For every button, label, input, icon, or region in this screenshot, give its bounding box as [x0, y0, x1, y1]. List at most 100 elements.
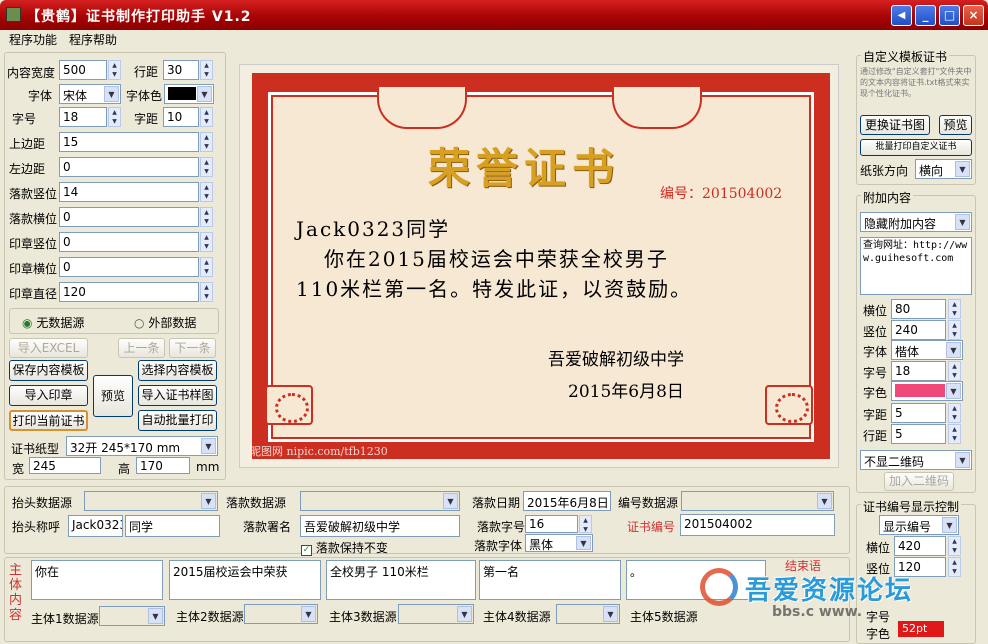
num-src-select[interactable]: ▼: [681, 491, 834, 511]
certificate-body-line2: 110米栏第一名。特发此证，以资鼓励。: [296, 277, 693, 301]
line-spacing-input[interactable]: 30: [163, 60, 199, 80]
extra-h-input[interactable]: 80: [891, 299, 946, 319]
import-seal-button[interactable]: 导入印章: [9, 385, 88, 406]
font-size-spinner[interactable]: ▲ ▼: [108, 107, 121, 127]
qr-mode-value: 不显二维码: [864, 455, 925, 469]
body-src-4-label: 主体4数据源: [483, 610, 551, 624]
extra-mode-select[interactable]: 隐藏附加内容 ▼: [860, 212, 972, 232]
paper-direction-select[interactable]: 横向 ▼: [915, 159, 972, 179]
head-suffix-input[interactable]: 同学: [125, 515, 220, 537]
seal-v-spinner[interactable]: ▲ ▼: [200, 232, 213, 252]
seal-v-input[interactable]: 0: [59, 232, 199, 252]
sig-src-label: 落款数据源: [226, 496, 287, 510]
custom-preview-button[interactable]: 预览: [939, 115, 972, 135]
extra-color-select[interactable]: ▼: [891, 381, 963, 401]
prev-record-button[interactable]: 上一条: [118, 338, 165, 358]
sig-h-spinner[interactable]: ▲ ▼: [200, 207, 213, 227]
extra-v-spinner[interactable]: ▲ ▼: [948, 320, 961, 340]
qr-mode-select[interactable]: 不显二维码 ▼: [860, 450, 972, 470]
sig-size-input[interactable]: 16: [525, 515, 578, 533]
extra-h-spinner[interactable]: ▲ ▼: [948, 299, 961, 319]
body-field-1[interactable]: 你在: [31, 560, 163, 600]
batch-custom-print-button[interactable]: 批量打印自定义证书: [860, 139, 972, 156]
seal-h-spinner[interactable]: ▲ ▼: [200, 257, 213, 277]
menu-program-functions[interactable]: 程序功能: [9, 31, 57, 48]
sig-keep-checkbox[interactable]: ✓ 落款保持不变: [301, 539, 388, 556]
radio-no-datasource[interactable]: ◉ 无数据源: [22, 314, 84, 331]
body-field-4[interactable]: 第一名: [479, 560, 621, 600]
char-spacing-spinner[interactable]: ▲ ▼: [200, 107, 213, 127]
sig-v-input[interactable]: 14: [59, 182, 199, 202]
select-template-button[interactable]: 选择内容模板: [138, 360, 217, 381]
preview-button[interactable]: 预览: [93, 375, 133, 417]
extra-button[interactable]: ◀: [891, 5, 912, 26]
import-sample-button[interactable]: 导入证书样图: [138, 385, 217, 406]
maximize-button[interactable]: □: [939, 5, 960, 26]
line-spacing-spinner[interactable]: ▲ ▼: [200, 60, 213, 80]
body-src-3-select[interactable]: ▼: [398, 604, 474, 624]
body-field-3[interactable]: 全校男子 110米栏: [326, 560, 476, 600]
extra-font-label: 字体: [863, 345, 888, 359]
next-record-button[interactable]: 下一条: [169, 338, 216, 358]
content-width-spinner[interactable]: ▲ ▼: [108, 60, 121, 80]
head-src-select[interactable]: ▼: [84, 491, 218, 511]
print-current-button[interactable]: 打印当前证书: [9, 410, 88, 431]
height-input[interactable]: 170: [136, 457, 190, 474]
close-button[interactable]: ×: [963, 5, 984, 26]
extra-line-input[interactable]: 5: [891, 424, 946, 444]
top-margin-spinner[interactable]: ▲ ▼: [200, 132, 213, 152]
head-name-input[interactable]: Jack0323: [68, 515, 123, 537]
add-qr-button[interactable]: 加入二维码: [884, 472, 954, 491]
extra-size-spinner[interactable]: ▲ ▼: [948, 361, 961, 381]
sig-src-select[interactable]: ▼: [300, 491, 460, 511]
radio-external-data[interactable]: ○ 外部数据: [134, 314, 196, 331]
cert-num-input[interactable]: 201504002: [680, 514, 835, 536]
extra-size-input[interactable]: 18: [891, 361, 946, 381]
top-margin-input[interactable]: 15: [59, 132, 199, 152]
minimize-button[interactable]: _: [915, 5, 936, 26]
sig-font-select[interactable]: 黑体 ▼: [525, 534, 593, 552]
extra-spacing-input[interactable]: 5: [891, 403, 946, 423]
number-v-spinner[interactable]: ▲ ▼: [948, 557, 961, 577]
menu-program-help[interactable]: 程序帮助: [69, 31, 117, 48]
seal-h-input[interactable]: 0: [59, 257, 199, 277]
custom-template-description: 通过修改"自定义套打"文件夹中的文本内容将证书.txt格式来实现个性化证书。: [860, 67, 972, 98]
sig-name-input[interactable]: 吾爱破解初级中学: [300, 515, 460, 537]
certificate-preview: 荣誉证书 编号：201504002 Jack0323同学 你在2015届校运会中…: [239, 64, 839, 468]
import-excel-button[interactable]: 导入EXCEL: [9, 338, 88, 358]
extra-v-input[interactable]: 240: [891, 320, 946, 340]
body-src-1-select[interactable]: ▼: [99, 606, 165, 626]
seal-d-input[interactable]: 120: [59, 282, 199, 302]
sig-size-spinner[interactable]: ▲ ▼: [579, 515, 592, 533]
number-mode-select[interactable]: 显示编号 ▼: [879, 515, 959, 535]
body-src-4-select[interactable]: ▼: [556, 604, 620, 624]
number-h-input[interactable]: 420: [894, 536, 946, 556]
sig-h-input[interactable]: 0: [59, 207, 199, 227]
body-field-2[interactable]: 2015届校运会中荣获: [169, 560, 321, 600]
seal-d-spinner[interactable]: ▲ ▼: [200, 282, 213, 302]
auto-batch-print-button[interactable]: 自动批量打印: [138, 410, 217, 431]
sig-date-input[interactable]: 2015年6月8日: [523, 491, 611, 511]
paper-type-select[interactable]: 32开 245*170 mm ▼: [66, 436, 218, 456]
extra-line-spinner[interactable]: ▲ ▼: [948, 424, 961, 444]
number-color-badge[interactable]: 52pt: [898, 621, 944, 637]
save-template-button[interactable]: 保存内容模板: [9, 360, 88, 381]
extra-font-select[interactable]: 楷体 ▼: [891, 340, 963, 360]
extra-content-textarea[interactable]: 查询网址：http://www.guihesoft.com: [860, 237, 972, 295]
left-margin-spinner[interactable]: ▲ ▼: [200, 157, 213, 177]
sig-v-spinner[interactable]: ▲ ▼: [200, 182, 213, 202]
content-width-input[interactable]: 500: [59, 60, 107, 80]
replace-image-button[interactable]: 更换证书图: [860, 115, 930, 135]
font-select[interactable]: 宋体 ▼: [59, 84, 121, 104]
left-margin-input[interactable]: 0: [59, 157, 199, 177]
extra-spacing-spinner[interactable]: ▲ ▼: [948, 403, 961, 423]
chevron-down-icon: ▼: [955, 452, 970, 468]
title-bar: 【贵鹤】证书制作打印助手 V1.2 ◀ _ □ ×: [0, 0, 988, 30]
body-src-2-select[interactable]: ▼: [244, 604, 318, 624]
font-color-select[interactable]: ▼: [164, 84, 214, 104]
number-h-spinner[interactable]: ▲ ▼: [948, 536, 961, 556]
width-input[interactable]: 245: [29, 457, 101, 474]
radio-no-datasource-label: 无数据源: [36, 316, 85, 330]
char-spacing-input[interactable]: 10: [163, 107, 199, 127]
font-size-input[interactable]: 18: [59, 107, 107, 127]
